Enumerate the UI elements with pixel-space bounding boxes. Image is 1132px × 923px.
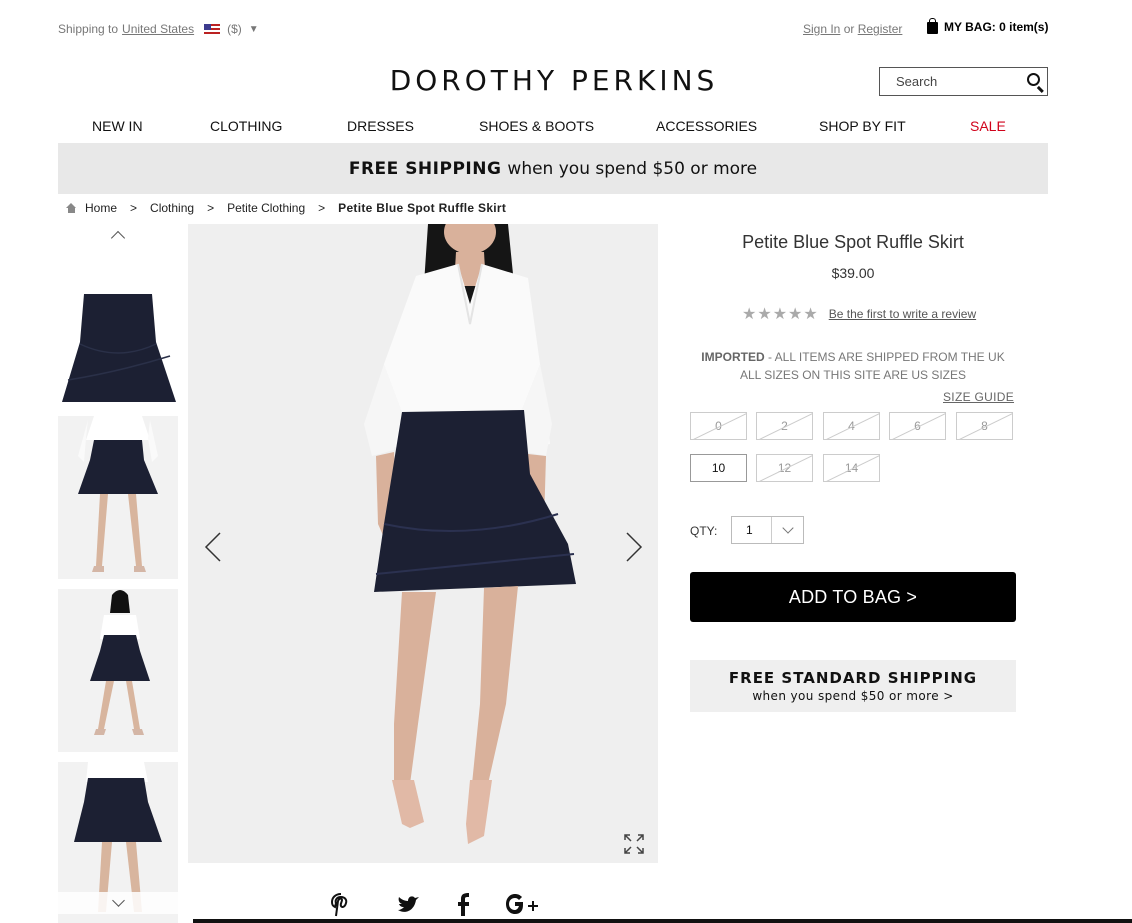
shipping-prefix: Shipping to (58, 22, 119, 36)
register-link[interactable]: Register (858, 22, 903, 36)
expand-icon[interactable] (624, 834, 644, 854)
qty-label: QTY: (690, 524, 718, 538)
bag-label: MY BAG: 0 item(s) (944, 20, 1049, 34)
breadcrumb: Home > Clothing > Petite Clothing > Peti… (66, 201, 506, 215)
qty-value: 1 (746, 523, 753, 537)
nav-item-accessories[interactable]: ACCESSORIES (656, 118, 757, 134)
rating-row: ★★★★★ Be the first to write a review (742, 304, 976, 324)
chevron-down-icon[interactable] (112, 894, 125, 907)
size-option-14: 14 (823, 454, 880, 482)
product-price: $39.00 (831, 265, 875, 281)
star-rating-icon: ★★★★★ (742, 306, 819, 323)
shopping-bag-icon (927, 18, 938, 34)
account-links: Sign In or Register (803, 22, 902, 36)
main-nav: NEW IN CLOTHING DRESSES SHOES & BOOTS AC… (58, 118, 1048, 136)
size-guide-link[interactable]: SIZE GUIDE (943, 390, 1014, 404)
breadcrumb-separator: > (318, 201, 326, 215)
thumbnail-skirt-flat[interactable] (58, 252, 178, 415)
thumbnail-carousel (58, 224, 178, 923)
nav-item-shoes-boots[interactable]: SHOES & BOOTS (479, 118, 594, 134)
country-link[interactable]: United States (122, 22, 194, 36)
previous-image-arrow-icon[interactable] (204, 532, 222, 562)
nav-item-dresses[interactable]: DRESSES (347, 118, 414, 134)
ship-subtext: when you spend $50 or more > (752, 689, 954, 703)
breadcrumb-separator: > (130, 201, 138, 215)
breadcrumb-petite-clothing[interactable]: Petite Clothing (227, 201, 305, 215)
facebook-icon[interactable] (456, 892, 470, 918)
nav-item-sale[interactable]: SALE (970, 118, 1006, 134)
home-icon (66, 203, 77, 213)
quantity-select[interactable]: 1 (731, 516, 804, 544)
size-option-10[interactable]: 10 (690, 454, 747, 482)
size-option-4: 4 (823, 412, 880, 440)
ship-heading: FREE STANDARD SHIPPING (728, 669, 978, 687)
imported-label: IMPORTED (701, 350, 765, 364)
imported-text: - ALL ITEMS ARE SHIPPED FROM THE UK (764, 350, 1005, 364)
next-image-arrow-icon[interactable] (625, 532, 643, 562)
breadcrumb-home[interactable]: Home (85, 201, 117, 215)
size-option-0: 0 (690, 412, 747, 440)
nav-item-shop-by-fit[interactable]: SHOP BY FIT (819, 118, 906, 134)
or-text: or (840, 22, 858, 36)
shipping-selector: Shipping to United States ($) ▼ (58, 22, 259, 36)
chevron-down-icon[interactable] (770, 517, 803, 543)
search-input[interactable] (880, 74, 1020, 89)
free-standard-shipping-box[interactable]: FREE STANDARD SHIPPING when you spend $5… (690, 660, 1016, 712)
breadcrumb-separator: > (207, 201, 215, 215)
product-title: Petite Blue Spot Ruffle Skirt (742, 232, 964, 252)
my-bag-button[interactable]: MY BAG: 0 item(s) (927, 18, 1049, 34)
breadcrumb-current: Petite Blue Spot Ruffle Skirt (338, 201, 507, 215)
size-option-8: 8 (956, 412, 1013, 440)
chevron-up-icon[interactable] (110, 230, 126, 246)
search-icon[interactable] (1027, 73, 1040, 86)
page-bottom-divider (193, 919, 1132, 923)
size-option-2: 2 (756, 412, 813, 440)
nav-item-clothing[interactable]: CLOTHING (210, 118, 282, 134)
promo-text: when you spend $50 or more (507, 158, 758, 179)
main-product-image[interactable] (188, 224, 658, 863)
nav-item-new-in[interactable]: NEW IN (92, 118, 143, 134)
promo-bold: FREE SHIPPING (348, 158, 502, 179)
social-share (330, 892, 538, 918)
sign-in-link[interactable]: Sign In (803, 22, 840, 36)
add-to-bag-button[interactable]: ADD TO BAG > (690, 572, 1016, 622)
size-option-12: 12 (756, 454, 813, 482)
thumbnail-model-front[interactable] (58, 416, 178, 579)
us-flag-icon (204, 24, 221, 34)
currency-caret-icon[interactable]: ▼ (249, 24, 259, 35)
site-logo[interactable]: DOROTHY PERKINS (356, 64, 752, 97)
currency-label[interactable]: ($) (227, 22, 242, 36)
search-box (879, 67, 1048, 96)
sizes-note: ALL SIZES ON THIS SITE ARE US SIZES (739, 368, 967, 382)
free-shipping-banner[interactable]: FREE SHIPPING when you spend $50 or more (58, 143, 1048, 194)
write-review-link[interactable]: Be the first to write a review (829, 307, 976, 321)
thumbnail-scroll-down[interactable] (58, 892, 178, 914)
shipping-notice: IMPORTED - ALL ITEMS ARE SHIPPED FROM TH… (690, 348, 1016, 384)
size-option-6: 6 (889, 412, 946, 440)
pinterest-icon[interactable] (330, 892, 352, 918)
breadcrumb-clothing[interactable]: Clothing (150, 201, 194, 215)
thumbnail-model-full[interactable] (58, 589, 178, 752)
twitter-icon[interactable] (396, 892, 420, 918)
google-plus-icon[interactable] (506, 892, 538, 918)
